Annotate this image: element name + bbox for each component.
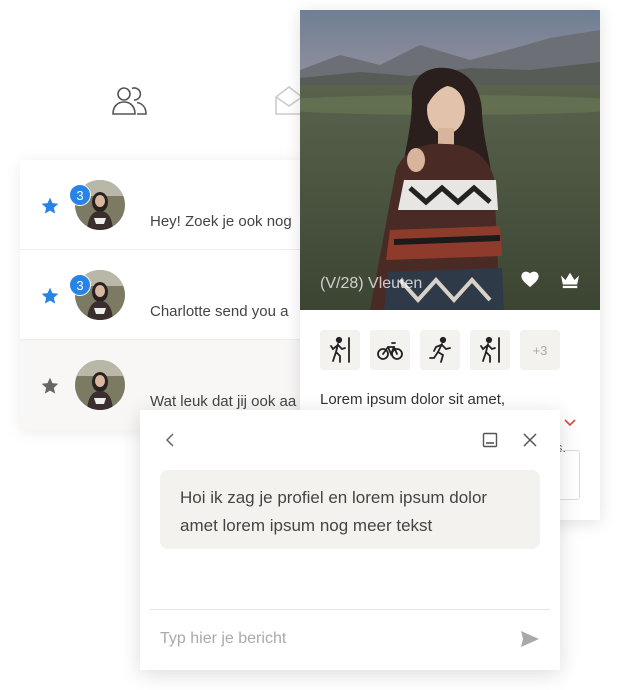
users-nav-icon[interactable] — [110, 84, 150, 116]
divider — [150, 609, 550, 610]
send-icon[interactable] — [520, 630, 540, 648]
message-input[interactable] — [160, 624, 490, 654]
back-icon[interactable] — [164, 432, 176, 448]
star-icon[interactable] — [40, 376, 60, 396]
profile-bio: Lorem ipsum dolor sit amet, — [320, 391, 506, 408]
profile-photo[interactable]: (V/28) Vleuten — [300, 10, 600, 310]
running-icon — [429, 336, 451, 363]
interest-hiking-2[interactable] — [470, 330, 510, 370]
avatar[interactable] — [75, 360, 125, 410]
conversation-item[interactable]: 3 Charlotte send you a — [20, 250, 320, 340]
minimize-icon[interactable] — [482, 432, 498, 448]
conversation-preview: Hey! Zoek je ook nog — [150, 213, 292, 230]
hiking-icon — [480, 336, 500, 363]
star-icon[interactable] — [40, 196, 60, 216]
conversation-item[interactable]: 3 Hey! Zoek je ook nog — [20, 160, 320, 250]
interest-running[interactable] — [420, 330, 460, 370]
interest-more[interactable]: +3 — [520, 330, 560, 370]
unread-badge: 3 — [69, 274, 91, 296]
crown-icon[interactable] — [559, 271, 581, 289]
chat-window: Hoi ik zag je profiel en lorem ipsum dol… — [140, 410, 560, 670]
chevron-down-icon[interactable] — [563, 418, 577, 428]
chat-message: Hoi ik zag je profiel en lorem ipsum dol… — [160, 470, 540, 549]
conversation-preview: Wat leuk dat jij ook aa — [150, 393, 297, 410]
heart-icon[interactable] — [520, 270, 540, 288]
star-icon[interactable] — [40, 286, 60, 306]
unread-badge: 3 — [69, 184, 91, 206]
close-icon[interactable] — [522, 432, 538, 448]
conversation-list: 3 Hey! Zoek je ook nog 3 Charlotte send … — [20, 160, 320, 430]
hiking-icon — [330, 336, 350, 363]
profile-caption: (V/28) Vleuten — [320, 275, 423, 292]
conversation-preview: Charlotte send you a — [150, 303, 289, 320]
cycling-icon — [377, 342, 403, 360]
interest-cycling[interactable] — [370, 330, 410, 370]
interest-hiking[interactable] — [320, 330, 360, 370]
